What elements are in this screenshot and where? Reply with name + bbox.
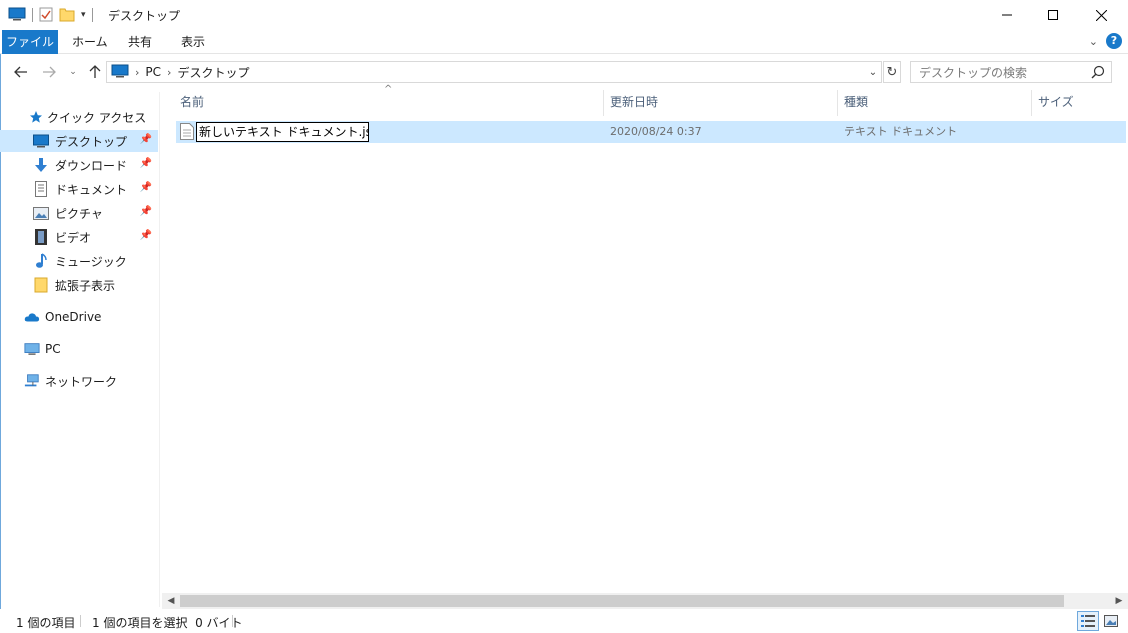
breadcrumb-desktop[interactable]: デスクトップ (177, 64, 249, 81)
sidebar-item-label: PC (45, 342, 61, 356)
breadcrumb-pc[interactable]: PC (145, 65, 161, 79)
sidebar-item-downloads[interactable]: ダウンロード 📌 (0, 154, 158, 176)
network-icon (24, 373, 40, 389)
title-bar: ▾ デスクトップ (0, 0, 1128, 30)
pin-icon[interactable]: 📌 (140, 230, 152, 241)
horizontal-scrollbar[interactable]: ◀ ▶ (162, 593, 1128, 609)
sidebar-item-quick-access[interactable]: クイック アクセス (0, 106, 158, 128)
scrollbar-thumb[interactable] (180, 595, 1064, 607)
sidebar-item-label: ネットワーク (45, 374, 118, 389)
search-icon[interactable] (1091, 65, 1105, 82)
sidebar-item-network[interactable]: ネットワーク (0, 370, 158, 392)
file-list: ^ 名前 更新日時 種類 サイズ 新しいテキスト ドキュメント.json 202… (162, 84, 1128, 593)
help-icon[interactable]: ? (1106, 33, 1122, 49)
search-input[interactable]: デスクトップの検索 (910, 61, 1112, 83)
selection-info: 1 個の項目を選択 0 バイト (92, 616, 243, 630)
item-count: 1 個の項目 (16, 616, 76, 630)
modified-cell: 2020/08/24 0:37 (610, 125, 702, 138)
quick-access-toolbar: ▾ (8, 6, 93, 24)
text-file-icon (180, 123, 194, 143)
sidebar-item-pictures[interactable]: ピクチャ 📌 (0, 202, 158, 224)
qat-dropdown-icon[interactable]: ▾ (81, 10, 86, 20)
sidebar-item-label: ドキュメント (55, 182, 128, 197)
column-header-modified[interactable]: 更新日時 (604, 88, 838, 116)
music-icon (33, 253, 49, 269)
status-separator (232, 615, 233, 627)
maximize-button[interactable] (1030, 0, 1076, 30)
sidebar-item-onedrive[interactable]: OneDrive (0, 306, 158, 328)
status-bar: 1 個の項目 1 個の項目を選択 0 バイト (0, 609, 1128, 633)
refresh-button[interactable]: ↻ (883, 61, 901, 83)
tab-share[interactable]: 共有 (116, 30, 164, 54)
sidebar-item-label: OneDrive (45, 310, 102, 324)
pin-icon[interactable]: 📌 (140, 206, 152, 217)
pc-icon (24, 341, 40, 357)
desktop-icon (33, 133, 49, 149)
tab-file[interactable]: ファイル (2, 30, 58, 54)
new-folder-icon[interactable] (59, 6, 75, 25)
close-button[interactable] (1078, 0, 1124, 30)
pc-icon (111, 64, 129, 81)
sidebar-item-label: 拡張子表示 (55, 278, 116, 293)
sidebar-item-label: デスクトップ (55, 134, 128, 149)
sidebar-item-desktop[interactable]: デスクトップ 📌 (0, 130, 158, 152)
pin-icon[interactable]: 📌 (140, 134, 152, 145)
sidebar-item-videos[interactable]: ビデオ 📌 (0, 226, 158, 248)
properties-icon[interactable] (39, 6, 53, 25)
sidebar-item-label: ビデオ (55, 230, 92, 245)
picture-icon (33, 205, 49, 221)
sidebar-item-label: ミュージック (55, 254, 127, 269)
window-title: デスクトップ (108, 9, 181, 23)
status-separator (80, 615, 81, 627)
expand-ribbon-icon[interactable]: ⌄ (1089, 35, 1098, 48)
star-icon (28, 109, 44, 125)
pin-icon[interactable]: 📌 (140, 182, 152, 193)
onedrive-icon (24, 309, 40, 325)
pin-icon[interactable]: 📌 (140, 158, 152, 169)
recent-locations-icon[interactable]: ⌄ (64, 63, 82, 81)
table-row[interactable]: 新しいテキスト ドキュメント.json 2020/08/24 0:37 テキスト… (176, 121, 1126, 143)
folder-icon (33, 277, 49, 293)
sidebar-item-label: ピクチャ (55, 206, 103, 221)
ribbon-controls: ⌄ ? (1089, 33, 1122, 49)
sidebar-item-label: クイック アクセス (47, 110, 147, 125)
address-dropdown-icon[interactable]: ⌄ (864, 61, 882, 83)
minimize-button[interactable] (984, 0, 1030, 30)
breadcrumb-chevron[interactable]: › (135, 66, 139, 79)
download-icon (33, 157, 49, 173)
column-header-type[interactable]: 種類 (838, 88, 1032, 116)
sidebar-item-label: ダウンロード (55, 158, 128, 173)
details-view-button[interactable] (1077, 611, 1099, 631)
explorer-icon (8, 7, 26, 24)
large-icons-view-button[interactable] (1100, 611, 1122, 631)
scroll-left-icon[interactable]: ◀ (164, 593, 178, 609)
tab-view[interactable]: 表示 (169, 30, 217, 54)
column-header-size[interactable]: サイズ (1032, 88, 1128, 116)
column-header-name[interactable]: 名前 (174, 88, 604, 116)
document-icon (33, 181, 49, 197)
tab-home[interactable]: ホーム (60, 30, 120, 54)
up-button[interactable] (86, 63, 104, 81)
sidebar-item-documents[interactable]: ドキュメント 📌 (0, 178, 158, 200)
video-icon (33, 229, 49, 245)
sidebar-item-music[interactable]: ミュージック (0, 250, 158, 272)
back-button[interactable] (12, 63, 30, 81)
address-bar[interactable]: › PC › デスクトップ (106, 61, 882, 83)
sidebar-item-extension-display[interactable]: 拡張子表示 (0, 274, 158, 296)
rename-input[interactable]: 新しいテキスト ドキュメント.json (196, 122, 369, 142)
rename-input-text: 新しいテキスト ドキュメント.json (199, 125, 369, 139)
type-cell: テキスト ドキュメント (844, 125, 958, 138)
qat-separator (32, 8, 33, 22)
qat-separator (91, 8, 93, 22)
ribbon-tabs: ファイル ホーム 共有 表示 ⌄ ? (0, 30, 1128, 54)
breadcrumb-chevron[interactable]: › (167, 66, 171, 79)
navigation-pane: クイック アクセス デスクトップ 📌 ダウンロード 📌 ドキュメント 📌 ピクチ… (0, 92, 160, 607)
sidebar-item-pc[interactable]: PC (0, 338, 158, 360)
forward-button[interactable] (40, 63, 58, 81)
search-placeholder: デスクトップの検索 (919, 65, 1028, 80)
scroll-right-icon[interactable]: ▶ (1112, 593, 1126, 609)
